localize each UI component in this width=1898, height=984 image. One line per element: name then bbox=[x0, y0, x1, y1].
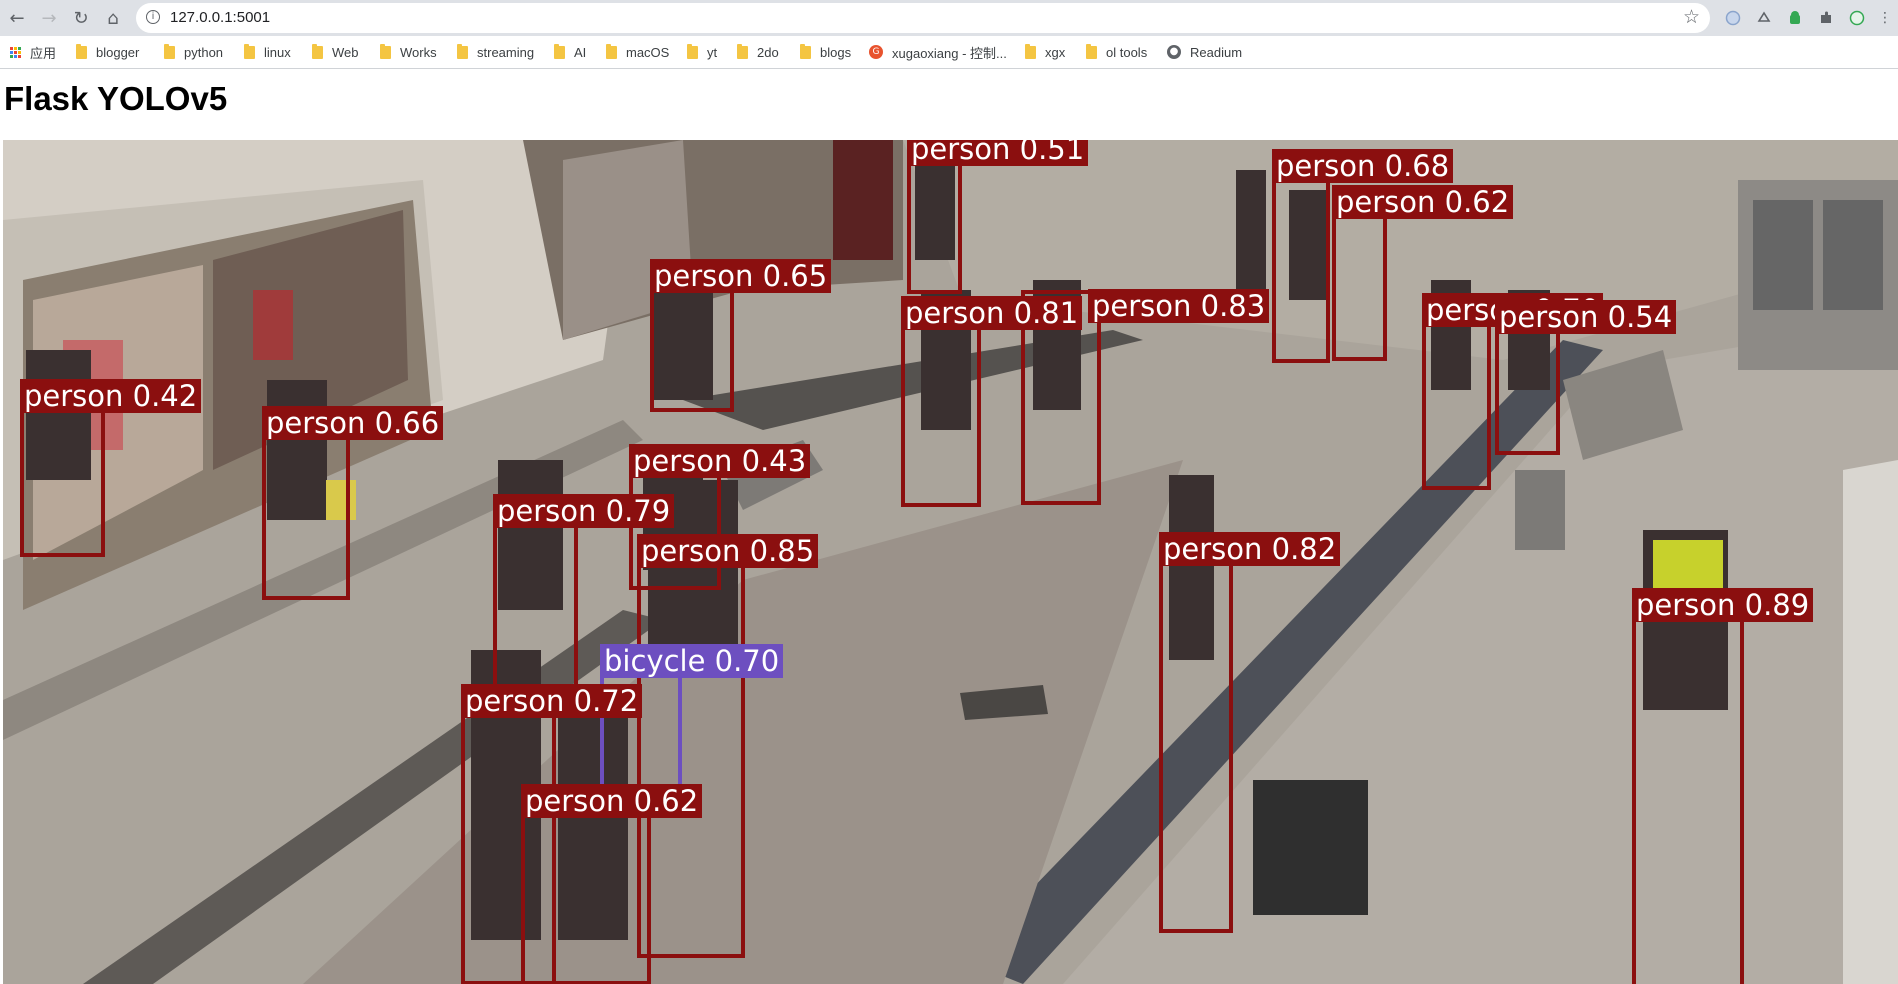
folder-icon bbox=[687, 43, 698, 59]
bookmark-label: xgx bbox=[1045, 44, 1066, 60]
bookmark-label: Web bbox=[332, 44, 359, 60]
detection-label: person 0.66 bbox=[262, 406, 444, 440]
bookmark-folder-web[interactable]: Web bbox=[312, 43, 359, 61]
bookmark-label: python bbox=[184, 44, 224, 60]
bookmark-readium[interactable]: ● Readium bbox=[1167, 43, 1242, 61]
bookmark-folder-blogger[interactable]: blogger bbox=[76, 43, 139, 61]
extension-circle-icon[interactable] bbox=[1724, 9, 1742, 27]
bookmark-folder-works[interactable]: Works bbox=[380, 43, 437, 61]
detection-label: person 0.89 bbox=[1632, 588, 1814, 622]
bookmark-folder-linux[interactable]: linux bbox=[244, 43, 291, 61]
bookmark-label: macOS bbox=[626, 44, 670, 60]
detection-label: person 0.79 bbox=[493, 494, 675, 528]
folder-icon bbox=[1025, 43, 1036, 59]
reload-icon[interactable]: ↻ bbox=[68, 5, 94, 31]
globe-icon: ● bbox=[1167, 45, 1181, 59]
bookmark-folder-macos[interactable]: macOS bbox=[606, 43, 669, 61]
folder-icon bbox=[554, 43, 565, 59]
home-icon[interactable]: ⌂ bbox=[100, 5, 126, 31]
detection-label: person 0.68 bbox=[1272, 149, 1454, 183]
folder-icon bbox=[800, 43, 811, 59]
bookmark-label: blogs bbox=[820, 44, 852, 60]
detection-label: person 0.83 bbox=[1088, 289, 1270, 323]
folder-icon bbox=[244, 43, 255, 59]
video-stream: person 0.51 person 0.68 person 0.62 pers… bbox=[3, 140, 1898, 984]
address-bar[interactable]: i 127.0.0.1:5001 ☆ bbox=[136, 3, 1710, 33]
page-title: Flask YOLOv5 bbox=[4, 80, 228, 117]
detection-label: person 0.72 bbox=[461, 684, 643, 718]
detection-label: person 0.65 bbox=[650, 259, 832, 293]
bookmark-label: Readium bbox=[1190, 44, 1243, 60]
site-info-icon[interactable]: i bbox=[146, 10, 160, 24]
bookmark-label: xugaoxiang - 控制... bbox=[892, 45, 1007, 61]
bookmark-folder-xgx[interactable]: xgx bbox=[1025, 43, 1065, 61]
detection-box bbox=[1159, 533, 1233, 933]
bookmark-label: streaming bbox=[477, 44, 535, 60]
bookmark-label: linux bbox=[264, 44, 291, 60]
back-arrow-icon[interactable]: ← bbox=[4, 5, 30, 31]
browser-toolbar: ← → ↻ ⌂ i 127.0.0.1:5001 ☆ ⋮ bbox=[0, 0, 1898, 36]
detection-label: person 0.62 bbox=[521, 784, 703, 818]
detection-label: person 0.85 bbox=[637, 534, 819, 568]
site-favicon-icon: G bbox=[869, 45, 883, 59]
folder-icon bbox=[380, 43, 391, 59]
bookmark-folder-ai[interactable]: AI bbox=[554, 43, 586, 61]
bookmark-label: blogger bbox=[96, 44, 140, 60]
folder-icon bbox=[1086, 43, 1097, 59]
detection-label: person 0.42 bbox=[20, 379, 202, 413]
bookmark-label: AI bbox=[574, 44, 587, 60]
bookmarks-bar: 应用 blogger python linux Web Works stream… bbox=[0, 36, 1898, 69]
detection-label: person 0.82 bbox=[1159, 532, 1341, 566]
bookmark-folder-yt[interactable]: yt bbox=[687, 43, 717, 61]
extensions-puzzle-icon[interactable] bbox=[1817, 9, 1835, 27]
bookmark-folder-ol-tools[interactable]: ol tools bbox=[1086, 43, 1147, 61]
forward-arrow-icon[interactable]: → bbox=[36, 5, 62, 31]
bookmark-label: ol tools bbox=[1106, 44, 1148, 60]
detection-label: person 0.51 bbox=[907, 140, 1089, 166]
folder-icon bbox=[737, 43, 748, 59]
extension-refresh-icon[interactable] bbox=[1848, 9, 1866, 27]
detection-label-bicycle: bicycle 0.70 bbox=[600, 644, 784, 678]
bookmark-star-icon[interactable]: ☆ bbox=[1683, 6, 1700, 28]
address-url[interactable]: 127.0.0.1:5001 bbox=[170, 9, 270, 26]
bookmark-folder-streaming[interactable]: streaming bbox=[457, 43, 534, 61]
menu-more-icon[interactable]: ⋮ bbox=[1876, 9, 1894, 27]
bookmark-folder-blogs[interactable]: blogs bbox=[800, 43, 851, 61]
bookmark-label: 2do bbox=[757, 44, 779, 60]
folder-icon bbox=[76, 43, 87, 59]
detection-label: person 0.43 bbox=[629, 444, 811, 478]
apps-grid-icon bbox=[10, 46, 21, 58]
detection-box bbox=[1422, 320, 1491, 490]
bookmark-xugaoxiang[interactable]: G xugaoxiang - 控制... bbox=[869, 43, 1007, 61]
detection-label: person 0.54 bbox=[1495, 300, 1677, 334]
folder-icon bbox=[164, 43, 175, 59]
bookmark-label: 应用 bbox=[30, 45, 57, 61]
extension-android-icon[interactable] bbox=[1786, 9, 1804, 27]
bookmark-folder-python[interactable]: python bbox=[164, 43, 223, 61]
detection-box bbox=[493, 495, 578, 715]
bookmark-apps[interactable]: 应用 bbox=[10, 43, 56, 61]
extension-recycle-icon[interactable] bbox=[1755, 9, 1773, 27]
folder-icon bbox=[457, 43, 468, 59]
bookmark-folder-2do[interactable]: 2do bbox=[737, 43, 779, 61]
bookmark-label: yt bbox=[707, 44, 718, 60]
bookmark-label: Works bbox=[400, 44, 437, 60]
detection-label: person 0.81 bbox=[901, 296, 1083, 330]
detection-box bbox=[1495, 320, 1560, 455]
folder-icon bbox=[606, 43, 617, 59]
detection-label: person 0.62 bbox=[1332, 185, 1514, 219]
folder-icon bbox=[312, 43, 323, 59]
detection-box bbox=[1632, 589, 1744, 984]
